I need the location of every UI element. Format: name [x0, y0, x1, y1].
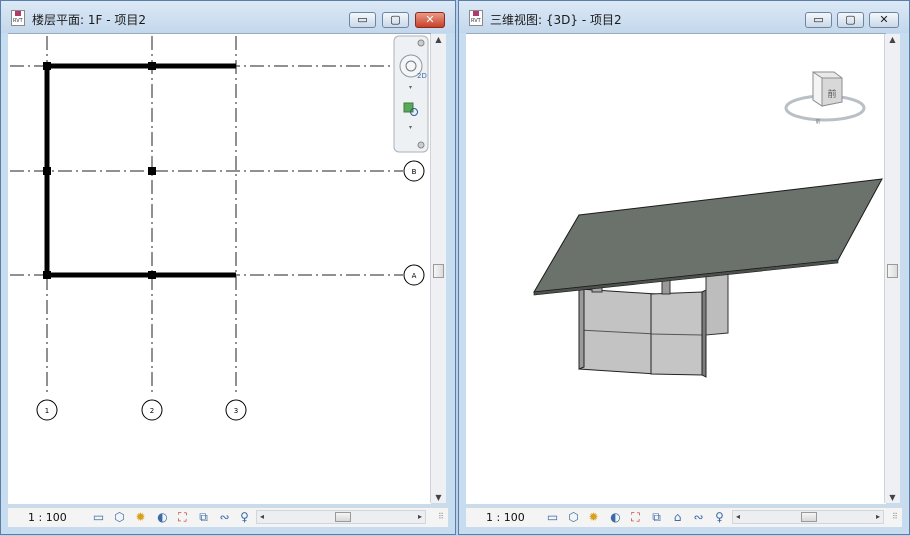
maximize-button[interactable]: ▢ — [382, 12, 409, 28]
close-button[interactable]: ✕ — [415, 12, 445, 28]
minimize-button[interactable]: ▭ — [349, 12, 376, 28]
shadows-icon[interactable]: ◐ — [155, 510, 170, 525]
column[interactable] — [43, 167, 51, 175]
grid-label-2: 2 — [150, 407, 154, 415]
scroll-right-icon[interactable]: ▸ — [876, 511, 880, 523]
view-control-bar: 1 : 100 ▭ ⬡ ✹ ◐ ⛶ ⧉ ⌂ ∾ ♀ ◂ ▸ ⠿ — [466, 507, 902, 527]
viewcube-face-label: 前 — [827, 88, 836, 100]
visual-style-icon[interactable]: ⬡ — [566, 510, 581, 525]
visual-style-icon[interactable]: ⬡ — [112, 510, 127, 525]
resize-grip-icon[interactable]: ⠿ — [892, 512, 902, 524]
scroll-left-icon[interactable]: ◂ — [736, 511, 740, 523]
h-scroll-thumb[interactable] — [801, 512, 817, 522]
reveal-hidden-icon[interactable]: ♀ — [237, 510, 252, 525]
title-bar[interactable]: RVT 三维视图: {3D} - 项目2 ▭ ▢ ✕ — [459, 1, 909, 33]
reveal-hidden-icon[interactable]: ♀ — [712, 510, 727, 525]
column[interactable] — [43, 62, 51, 70]
navigation-bar[interactable]: 2D ▾ ▾ — [393, 35, 429, 153]
vertical-scrollbar[interactable]: ▲ ▼ — [884, 34, 900, 503]
crop-view-icon[interactable]: ⛶ — [175, 510, 190, 525]
horizontal-scrollbar[interactable]: ◂ ▸ — [732, 510, 884, 524]
grid-label-a: A — [412, 272, 417, 280]
sun-path-icon[interactable]: ✹ — [133, 510, 148, 525]
horizontal-scrollbar[interactable]: ◂ ▸ — [256, 510, 426, 524]
scroll-thumb[interactable] — [887, 264, 898, 278]
revit-file-icon: RVT — [469, 10, 483, 26]
3d-view-window: RVT 三维视图: {3D} - 项目2 ▭ ▢ ✕ 前 前 ▲ ▼ 1: 1… — [458, 0, 910, 535]
crop-view-icon[interactable]: ⛶ — [628, 510, 643, 525]
show-crop-icon[interactable]: ⧉ — [649, 510, 664, 525]
lock-3d-view-icon[interactable]: ⌂ — [670, 510, 685, 525]
column[interactable] — [148, 62, 156, 70]
resize-grip-icon[interactable]: ⠿ — [438, 512, 448, 524]
3d-canvas[interactable]: 前 前 — [466, 33, 886, 504]
detail-level-icon[interactable]: ▭ — [545, 510, 560, 525]
close-button[interactable]: ✕ — [869, 12, 899, 28]
show-crop-icon[interactable]: ⧉ — [196, 510, 211, 525]
grid-label-b: B — [412, 168, 417, 176]
scroll-up-icon[interactable]: ▲ — [885, 35, 900, 44]
view-control-bar: 1 : 100 ▭ ⬡ ✹ ◐ ⛶ ⧉ ∾ ♀ ◂ ▸ ⠿ — [8, 507, 448, 527]
scroll-thumb[interactable] — [433, 264, 444, 278]
scroll-down-icon[interactable]: ▼ — [431, 493, 446, 502]
close-icon: ✕ — [425, 13, 435, 26]
shadows-icon[interactable]: ◐ — [608, 510, 623, 525]
chevron-down-icon[interactable]: ▾ — [409, 84, 412, 91]
chevron-down-icon[interactable]: ▾ — [409, 124, 412, 131]
nav-options-icon[interactable] — [417, 141, 425, 149]
3d-model-drawing: 前 前 — [533, 71, 883, 378]
revit-file-icon: RVT — [11, 10, 25, 26]
title-bar[interactable]: RVT 楼层平面: 1F - 项目2 ▭ ▢ ✕ — [1, 1, 455, 33]
maximize-icon: ▢ — [390, 13, 401, 26]
column[interactable] — [148, 271, 156, 279]
vertical-scrollbar[interactable]: ▲ ▼ — [430, 34, 446, 503]
detail-level-icon[interactable]: ▭ — [91, 510, 106, 525]
grid-label-1: 1 — [45, 407, 49, 415]
minimize-button[interactable]: ▭ — [805, 12, 832, 28]
scroll-down-icon[interactable]: ▼ — [885, 493, 900, 502]
nav-close-icon[interactable] — [417, 39, 425, 47]
plan-drawing: 1 2 3 B A 2D ▾ ▾ — [10, 35, 429, 421]
compass-front-label: 前 — [815, 118, 820, 125]
column[interactable] — [43, 271, 51, 279]
maximize-icon: ▢ — [845, 13, 856, 26]
view-scale[interactable]: 1 : 100 — [486, 511, 525, 524]
column[interactable] — [148, 167, 156, 175]
minimize-icon: ▭ — [813, 13, 824, 26]
h-scroll-thumb[interactable] — [335, 512, 351, 522]
plan-canvas[interactable]: 1 2 3 B A 2D ▾ ▾ — [8, 33, 431, 504]
scroll-left-icon[interactable]: ◂ — [260, 511, 264, 523]
grid-label-3: 3 — [234, 407, 238, 415]
window-title: 三维视图: {3D} - 项目2 — [490, 13, 622, 27]
view-scale[interactable]: 1 : 100 — [28, 511, 67, 524]
scroll-up-icon[interactable]: ▲ — [431, 35, 446, 44]
maximize-button[interactable]: ▢ — [837, 12, 864, 28]
temporary-hide-icon[interactable]: ∾ — [691, 510, 706, 525]
temporary-hide-icon[interactable]: ∾ — [217, 510, 232, 525]
scroll-right-icon[interactable]: ▸ — [418, 511, 422, 523]
minimize-icon: ▭ — [357, 13, 368, 26]
floor-plan-window: RVT 楼层平面: 1F - 项目2 ▭ ▢ ✕ 1 2 3 B A 2D ▾ … — [0, 0, 456, 535]
viewcube[interactable]: 前 前 — [784, 71, 866, 125]
close-icon: ✕ — [879, 13, 889, 26]
nav-2d-label: 2D — [417, 72, 427, 80]
zoom-region-icon[interactable] — [403, 102, 414, 113]
window-title: 楼层平面: 1F - 项目2 — [32, 13, 146, 27]
sun-path-icon[interactable]: ✹ — [586, 510, 601, 525]
